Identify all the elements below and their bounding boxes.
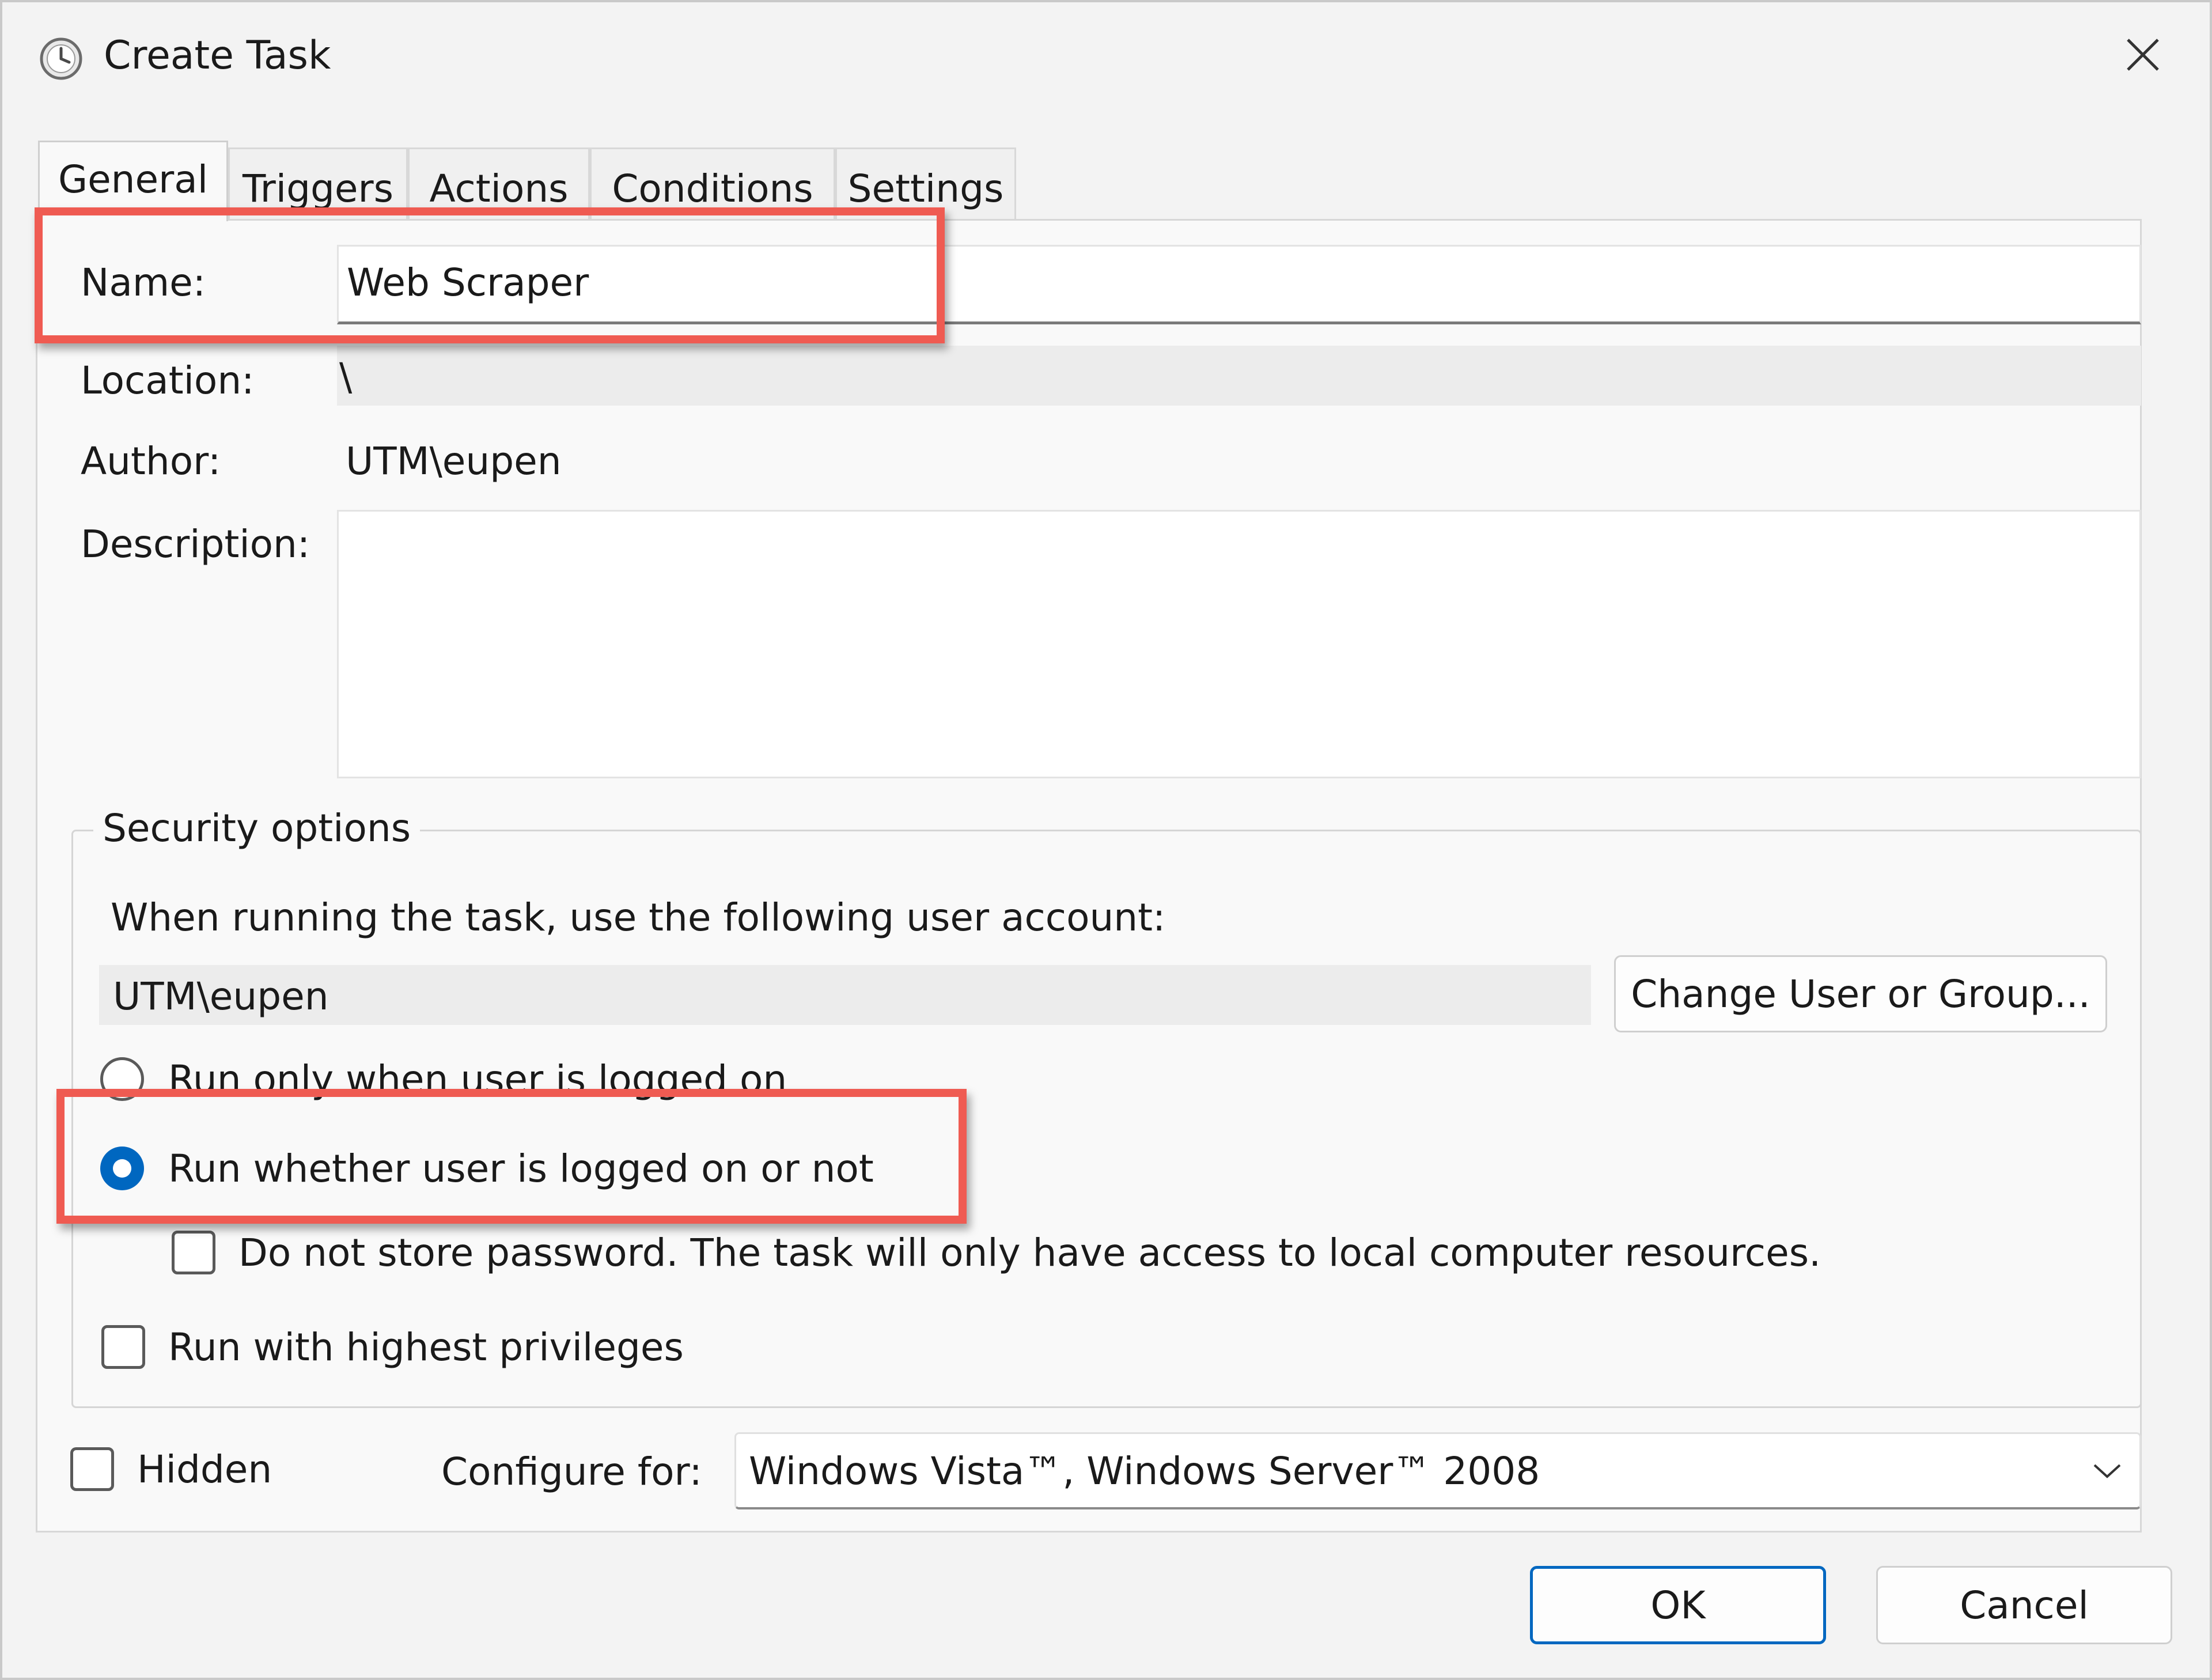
configure-for-select[interactable]: Windows Vista™, Windows Server™ 2008 [734,1432,2141,1509]
location-value: \ [339,355,353,399]
highest-privileges-checkbox[interactable] [101,1325,145,1369]
window-title: Create Task [104,33,331,78]
do-not-store-password-label: Do not store password. The task will onl… [238,1231,1821,1275]
account-prompt: When running the task, use the following… [111,895,1166,940]
highlight-box-name [35,207,945,343]
configure-for-label: Configure for: [441,1450,702,1494]
ok-button[interactable]: OK [1530,1566,1826,1644]
hidden-label: Hidden [137,1447,272,1492]
chevron-down-icon [2093,1464,2121,1478]
user-account-value: UTM\eupen [113,974,329,1019]
user-account-field: UTM\eupen [99,965,1591,1025]
location-field: \ [337,346,2141,406]
change-user-button[interactable]: Change User or Group... [1614,955,2107,1032]
do-not-store-password-checkbox[interactable] [172,1231,215,1274]
title-bar[interactable] [2,2,2210,105]
security-options-label: Security options [93,809,421,847]
configure-for-value: Windows Vista™, Windows Server™ 2008 [749,1449,1540,1493]
hidden-checkbox[interactable] [70,1447,114,1491]
location-label: Location: [81,358,255,403]
close-icon [2127,39,2159,71]
highest-privileges-label: Run with highest privileges [168,1325,684,1369]
author-label: Author: [81,439,221,483]
description-label: Description: [81,522,310,566]
description-textarea[interactable] [337,510,2141,778]
close-button[interactable] [2103,23,2183,86]
author-value: UTM\eupen [346,439,562,483]
clock-icon [40,37,82,80]
highlight-box-run-whether [56,1089,967,1224]
cancel-button[interactable]: Cancel [1876,1566,2172,1644]
